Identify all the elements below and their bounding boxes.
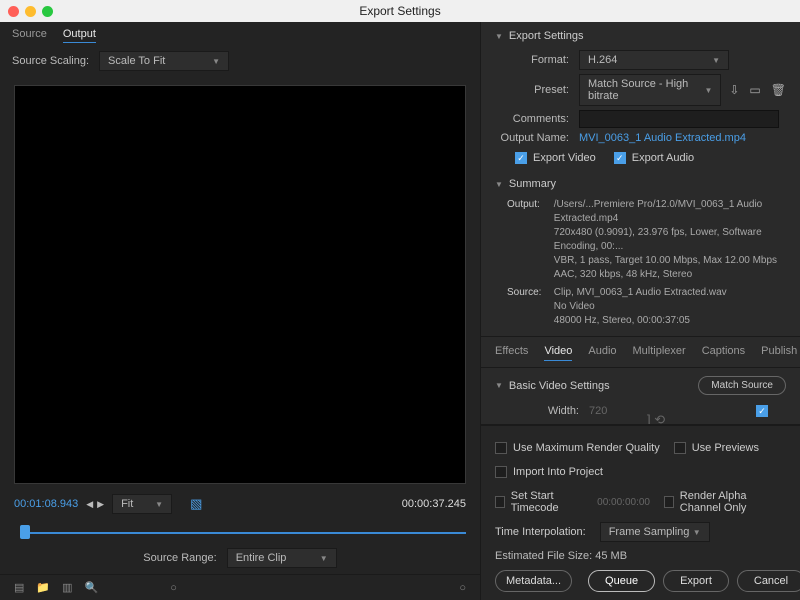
link-dimensions-icon[interactable]: ] ⟲: [647, 412, 665, 425]
source-range-label: Source Range:: [143, 552, 216, 564]
preset-label: Preset:: [495, 84, 579, 96]
subtab-publish[interactable]: Publish: [761, 345, 797, 361]
basic-video-header: Basic Video Settings: [509, 380, 610, 392]
source-scaling-dropdown[interactable]: Scale To Fit ▼: [99, 51, 229, 71]
chevron-down-icon: ▼: [712, 56, 720, 65]
format-value: H.264: [588, 54, 617, 66]
import-project-label: Import Into Project: [513, 466, 603, 478]
max-quality-checkbox[interactable]: [495, 442, 507, 454]
play-icon[interactable]: ▶: [97, 499, 104, 510]
zoom-value: Fit: [121, 498, 133, 510]
search-icon[interactable]: 🔍: [85, 581, 99, 594]
queue-button[interactable]: Queue: [588, 570, 655, 592]
set-start-tc-label: Set Start Timecode: [511, 490, 583, 514]
summary-source-label: Source:: [507, 286, 551, 300]
use-previews-checkbox[interactable]: [674, 442, 686, 454]
chevron-down-icon: ▼: [693, 528, 701, 537]
width-value[interactable]: 720: [589, 405, 639, 417]
delete-preset-icon[interactable]: 🗑: [771, 83, 786, 97]
minimize-window[interactable]: [25, 6, 36, 17]
settings-panel: ▼ Export Settings Format: H.264 ▼ Preset…: [480, 22, 800, 600]
twirl-down-icon[interactable]: ▼: [495, 180, 503, 189]
folder-icon[interactable]: 📁: [36, 581, 50, 594]
chevron-down-icon: ▼: [704, 86, 712, 95]
set-start-tc-checkbox[interactable]: [495, 496, 505, 508]
preview-panel: Source Output Source Scaling: Scale To F…: [0, 22, 480, 600]
crop-icon[interactable]: ▧: [190, 496, 202, 512]
twirl-down-icon[interactable]: ▼: [495, 32, 503, 41]
width-label: Width:: [509, 405, 589, 417]
export-video-checkbox[interactable]: ✓: [515, 152, 527, 164]
summary-output-text: /Users/...Premiere Pro/12.0/MVI_0063_1 A…: [554, 198, 783, 282]
cancel-button[interactable]: Cancel: [737, 570, 800, 592]
summary-header: Summary: [509, 178, 556, 190]
export-settings-header: Export Settings: [509, 30, 584, 42]
subtab-audio[interactable]: Audio: [588, 345, 616, 361]
preset-dropdown[interactable]: Match Source - High bitrate ▼: [579, 74, 721, 106]
timecode-duration: 00:00:37.245: [402, 498, 466, 510]
use-previews-label: Use Previews: [692, 442, 759, 454]
prev-frame-icon[interactable]: ◀: [86, 499, 93, 510]
width-match-checkbox[interactable]: ✓: [756, 405, 768, 417]
summary-output-label: Output:: [507, 198, 551, 212]
twirl-down-icon[interactable]: ▼: [495, 381, 503, 390]
render-alpha-label: Render Alpha Channel Only: [680, 490, 786, 514]
format-label: Format:: [495, 54, 579, 66]
source-range-dropdown[interactable]: Entire Clip ▼: [227, 548, 337, 568]
menu-icon[interactable]: ○: [459, 582, 466, 594]
time-interp-label: Time Interpolation:: [495, 526, 586, 538]
video-preview[interactable]: [14, 85, 466, 484]
output-name-link[interactable]: MVI_0063_1 Audio Extracted.mp4: [579, 132, 746, 144]
layers-icon[interactable]: ▤: [14, 581, 24, 594]
bin-icon[interactable]: ▥: [62, 581, 72, 594]
zoom-dropdown[interactable]: Fit ▼: [112, 494, 172, 514]
export-button[interactable]: Export: [663, 570, 729, 592]
tab-source[interactable]: Source: [12, 28, 47, 43]
render-options-panel: Use Maximum Render Quality Use Previews …: [481, 425, 800, 600]
comments-input[interactable]: [579, 110, 779, 128]
save-preset-icon[interactable]: ⇩: [729, 83, 739, 97]
window-title: Export Settings: [359, 4, 440, 18]
preset-value: Match Source - High bitrate: [588, 78, 704, 102]
output-name-label: Output Name:: [495, 132, 579, 144]
subtab-video[interactable]: Video: [544, 345, 572, 361]
import-project-checkbox[interactable]: [495, 466, 507, 478]
est-size-label: Estimated File Size:: [495, 550, 592, 562]
import-preset-icon[interactable]: ▭: [749, 83, 760, 97]
titlebar: Export Settings: [0, 0, 800, 22]
export-video-label: Export Video: [533, 152, 596, 164]
comments-label: Comments:: [495, 113, 579, 125]
source-scaling-label: Source Scaling:: [12, 55, 89, 67]
timeline-track: [24, 532, 466, 534]
format-dropdown[interactable]: H.264 ▼: [579, 50, 729, 70]
subtab-captions[interactable]: Captions: [702, 345, 745, 361]
close-window[interactable]: [8, 6, 19, 17]
source-scaling-value: Scale To Fit: [108, 55, 165, 67]
start-tc-value[interactable]: 00:00:00:00: [597, 497, 650, 508]
subtab-multiplexer[interactable]: Multiplexer: [633, 345, 686, 361]
timeline[interactable]: [14, 522, 466, 538]
est-size-value: 45 MB: [595, 550, 627, 562]
playhead[interactable]: [20, 525, 30, 539]
tab-output[interactable]: Output: [63, 28, 96, 43]
export-audio-checkbox[interactable]: ✓: [614, 152, 626, 164]
time-interp-value: Frame Sampling: [609, 526, 690, 538]
timecode-in[interactable]: 00:01:08.943: [14, 498, 78, 510]
render-alpha-checkbox[interactable]: [664, 496, 674, 508]
export-audio-label: Export Audio: [632, 152, 694, 164]
source-range-value: Entire Clip: [236, 552, 287, 564]
time-interp-dropdown[interactable]: Frame Sampling ▼: [600, 522, 710, 542]
marker-icon[interactable]: ○: [170, 582, 177, 594]
max-quality-label: Use Maximum Render Quality: [513, 442, 660, 454]
chevron-down-icon: ▼: [212, 57, 220, 66]
chevron-down-icon: ▼: [320, 554, 328, 563]
metadata-button[interactable]: Metadata...: [495, 570, 572, 592]
chevron-down-icon: ▼: [155, 500, 163, 509]
bottom-toolbar: ▤ 📁 ▥ 🔍 ○ ○: [0, 574, 480, 600]
match-source-button[interactable]: Match Source: [698, 376, 786, 395]
summary-source-text: Clip, MVI_0063_1 Audio Extracted.wav No …: [554, 286, 783, 328]
maximize-window[interactable]: [42, 6, 53, 17]
subtab-effects[interactable]: Effects: [495, 345, 528, 361]
